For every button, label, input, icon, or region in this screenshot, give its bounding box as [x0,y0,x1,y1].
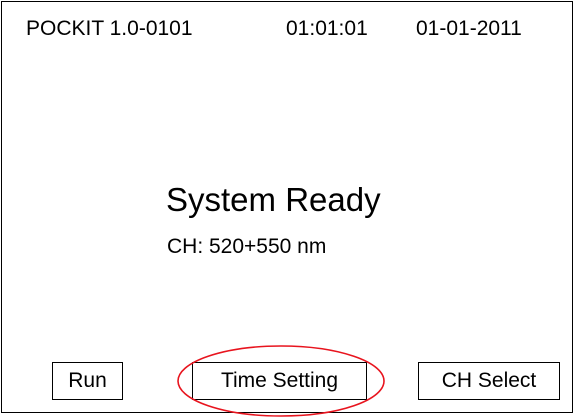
run-button[interactable]: Run [52,362,123,400]
device-version: POCKIT 1.0-0101 [26,17,193,40]
system-status-text: System Ready [166,181,381,218]
ch-select-button[interactable]: CH Select [418,362,560,400]
status-bar: POCKIT 1.0-0101 01:01:01 01-01-2011 [26,14,560,44]
device-time: 01:01:01 [286,17,368,40]
channel-info: CH: 520+550 nm [167,235,327,258]
device-date: 01-01-2011 [416,17,522,40]
device-screen: POCKIT 1.0-0101 01:01:01 01-01-2011 Syst… [1,1,573,413]
time-setting-button[interactable]: Time Setting [192,362,367,400]
